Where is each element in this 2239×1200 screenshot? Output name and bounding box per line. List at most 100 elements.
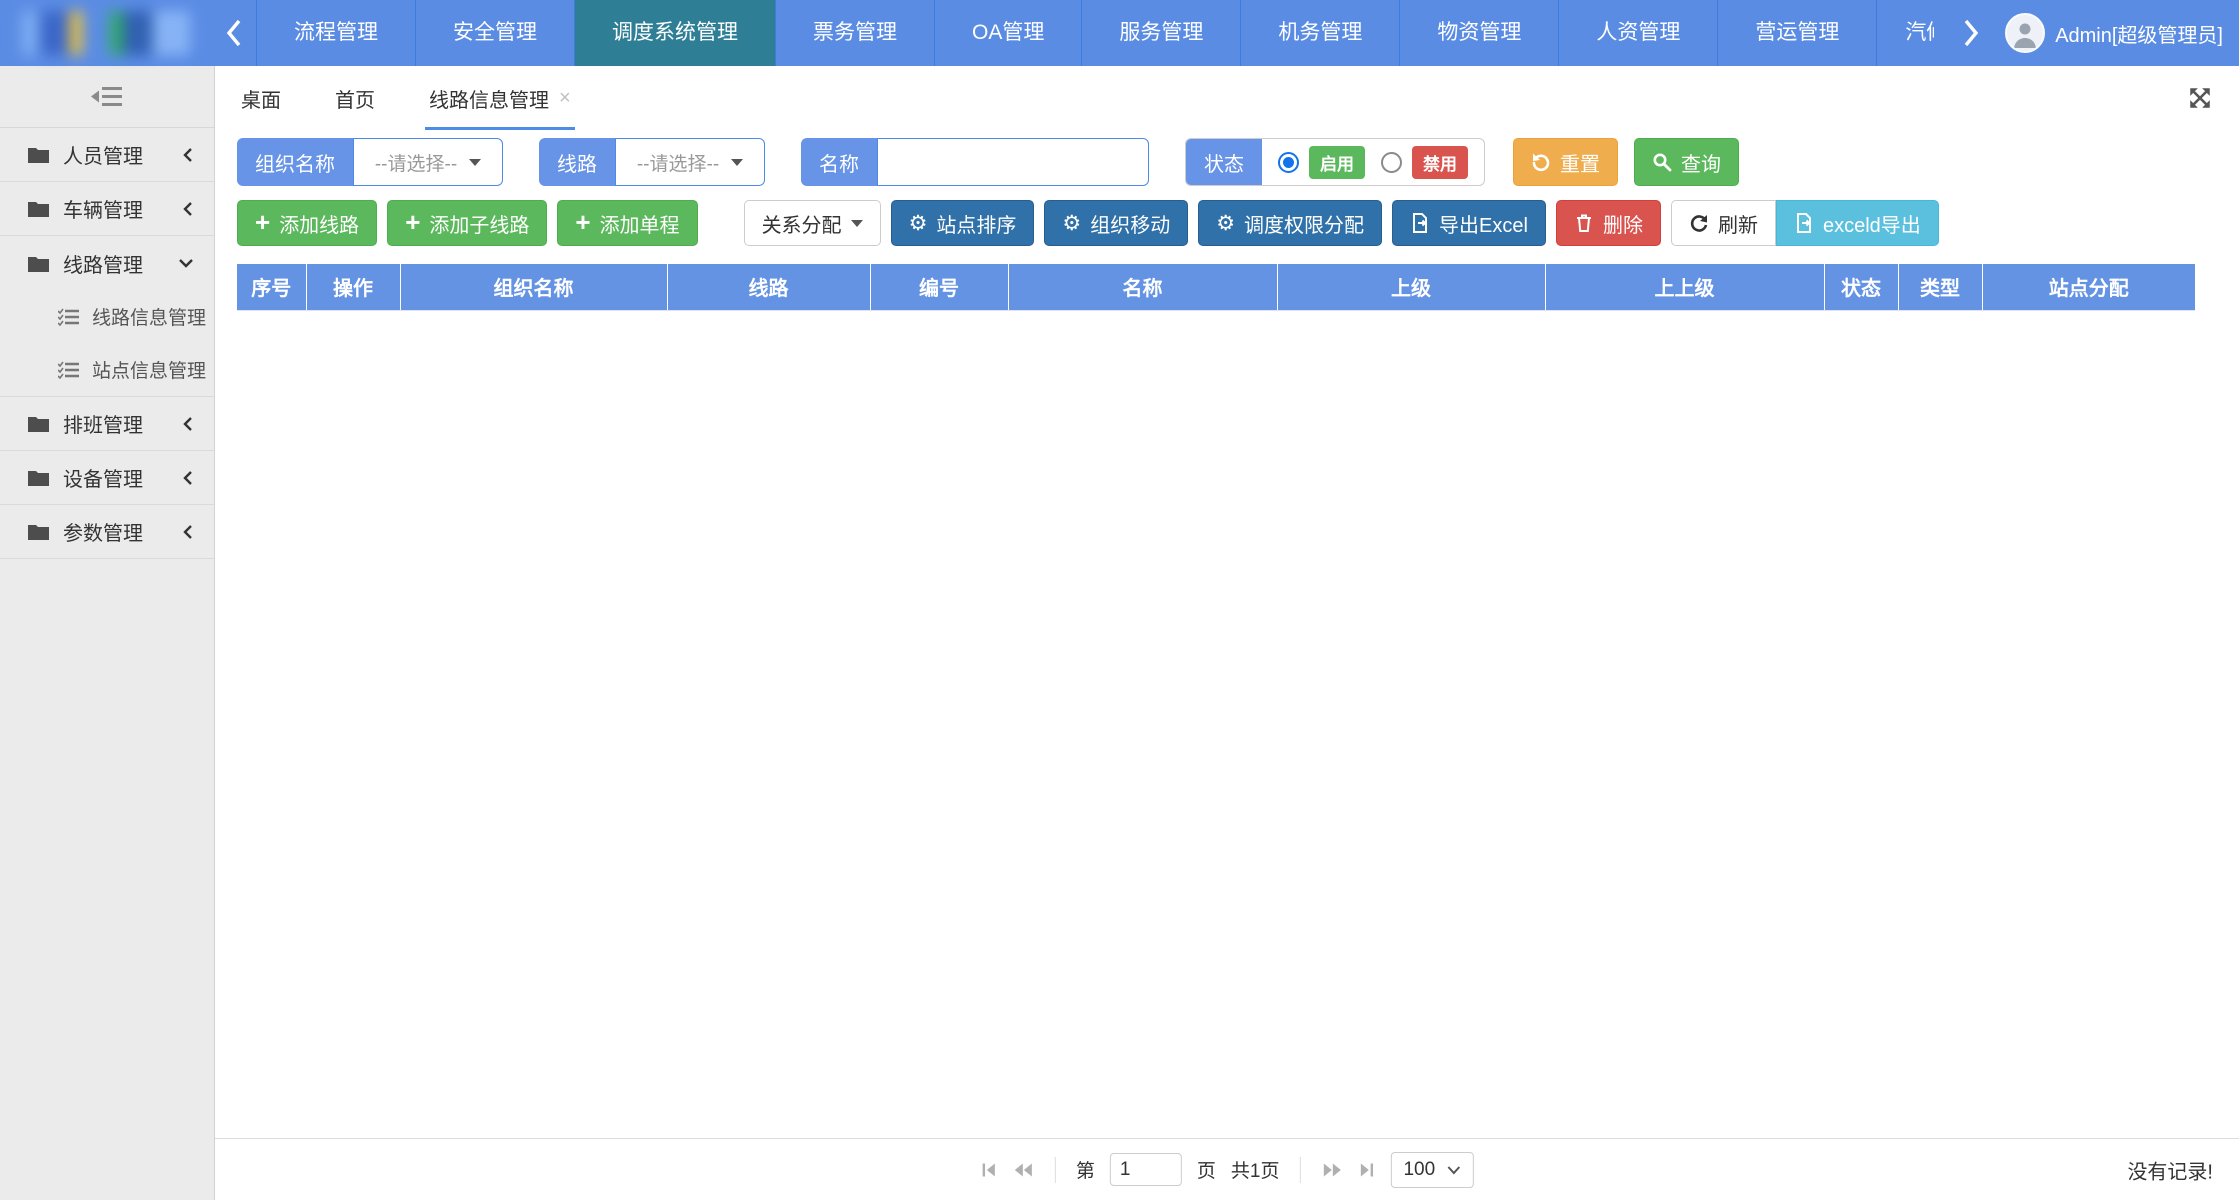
sidebar-item-line-info[interactable]: 线路信息管理 xyxy=(0,290,214,343)
pagination-bar: 第 页 共1页 100 没有记录! xyxy=(215,1138,2239,1200)
folder-icon xyxy=(28,146,49,163)
table-empty-body xyxy=(215,311,2239,1139)
page-prefix-label: 第 xyxy=(1076,1156,1095,1183)
reset-button[interactable]: 重置 xyxy=(1513,138,1618,186)
plus-icon: + xyxy=(405,209,420,235)
chevron-down-icon xyxy=(178,257,194,269)
button-label: 刷新 xyxy=(1718,209,1758,238)
nav-menu: 流程管理 安全管理 调度系统管理 票务管理 OA管理 服务管理 机务管理 物资管… xyxy=(256,0,1949,66)
sidebar-item-label: 参数管理 xyxy=(63,517,143,546)
sidebar-item-equipment[interactable]: 设备管理 xyxy=(0,451,214,505)
status-label: 状态 xyxy=(1186,139,1262,185)
dispatch-permission-button[interactable]: ⚙ 调度权限分配 xyxy=(1198,200,1382,246)
search-icon xyxy=(1652,152,1672,172)
column-header-actions: 操作 xyxy=(306,264,400,310)
sidebar-item-station-info[interactable]: 站点信息管理 xyxy=(0,343,214,396)
sidebar-submenu-lines: 线路信息管理 站点信息管理 xyxy=(0,290,214,397)
divider xyxy=(1299,1157,1300,1183)
status-disabled-badge[interactable]: 禁用 xyxy=(1412,146,1468,179)
status-enabled-radio[interactable] xyxy=(1278,152,1299,173)
refresh-button[interactable]: 刷新 xyxy=(1671,200,1776,246)
user-icon xyxy=(2010,18,2040,48)
name-input[interactable] xyxy=(877,138,1149,186)
chevron-left-icon xyxy=(182,147,194,163)
tab-line-info[interactable]: 线路信息管理 × xyxy=(425,66,575,130)
sidebar-item-personnel[interactable]: 人员管理 xyxy=(0,128,214,182)
nav-item-service[interactable]: 服务管理 xyxy=(1081,0,1240,66)
nav-scroll-right-button[interactable] xyxy=(1949,0,1993,66)
sidebar-collapse-button[interactable] xyxy=(0,66,214,128)
undo-icon xyxy=(1531,152,1551,172)
user-name: Admin[超级管理员] xyxy=(2055,19,2223,48)
search-button[interactable]: 查询 xyxy=(1634,138,1739,186)
add-sub-line-button[interactable]: + 添加子线路 xyxy=(387,200,547,246)
nav-item-process[interactable]: 流程管理 xyxy=(256,0,415,66)
sidebar-item-lines[interactable]: 线路管理 xyxy=(0,236,214,290)
sidebar-item-parameters[interactable]: 参数管理 xyxy=(0,505,214,559)
chevron-left-icon xyxy=(224,18,244,48)
column-header-index: 序号 xyxy=(237,264,306,310)
first-page-button[interactable] xyxy=(980,1161,998,1179)
add-single-trip-button[interactable]: + 添加单程 xyxy=(557,200,697,246)
nav-item-hr[interactable]: 人资管理 xyxy=(1558,0,1717,66)
nav-item-oa[interactable]: OA管理 xyxy=(934,0,1081,66)
nav-item-machinery[interactable]: 机务管理 xyxy=(1240,0,1399,66)
station-sort-button[interactable]: ⚙ 站点排序 xyxy=(891,200,1035,246)
org-name-select[interactable]: --请选择-- xyxy=(353,138,503,186)
empty-records-message: 没有记录! xyxy=(2127,1155,2213,1184)
org-name-filter: 组织名称 --请选择-- xyxy=(237,138,503,186)
content-area: 桌面 首页 线路信息管理 × xyxy=(215,66,2239,1200)
page-suffix-label: 页 xyxy=(1197,1156,1216,1183)
sidebar-item-label: 线路管理 xyxy=(63,249,143,278)
sidebar-item-label: 人员管理 xyxy=(63,140,143,169)
plus-icon: + xyxy=(255,209,270,235)
caret-down-icon xyxy=(851,220,863,227)
avatar xyxy=(2005,13,2045,53)
total-pages-label: 共1页 xyxy=(1231,1156,1280,1183)
page-number-input[interactable] xyxy=(1110,1153,1182,1186)
folder-icon xyxy=(28,415,49,432)
excel-export-button[interactable]: exceld导出 xyxy=(1776,200,1939,246)
refresh-export-group: 刷新 exceld导出 xyxy=(1671,200,1939,246)
name-label: 名称 xyxy=(801,138,877,186)
filter-bar: 组织名称 --请选择-- 线路 --请选择-- 名称 xyxy=(215,130,2239,186)
close-icon[interactable]: × xyxy=(559,88,571,108)
nav-item-ticketing[interactable]: 票务管理 xyxy=(775,0,934,66)
nav-item-safety[interactable]: 安全管理 xyxy=(415,0,574,66)
top-nav: 流程管理 安全管理 调度系统管理 票务管理 OA管理 服务管理 机务管理 物资管… xyxy=(0,0,2239,66)
status-disabled-radio[interactable] xyxy=(1381,152,1402,173)
line-select[interactable]: --请选择-- xyxy=(615,138,765,186)
tab-home[interactable]: 首页 xyxy=(331,66,379,130)
gear-icon: ⚙ xyxy=(909,213,928,234)
fullscreen-button[interactable] xyxy=(2187,85,2213,111)
chevron-right-icon xyxy=(1961,18,1981,48)
relation-assign-dropdown[interactable]: 关系分配 xyxy=(744,200,881,246)
app-window: 流程管理 安全管理 调度系统管理 票务管理 OA管理 服务管理 机务管理 物资管… xyxy=(0,0,2239,1200)
chevron-left-icon xyxy=(182,524,194,540)
plus-icon: + xyxy=(575,209,590,235)
button-label: exceld导出 xyxy=(1823,209,1921,238)
next-page-button[interactable] xyxy=(1320,1161,1342,1179)
tab-label: 线路信息管理 xyxy=(429,84,549,113)
button-label: 添加单程 xyxy=(600,209,680,238)
delete-button[interactable]: 删除 xyxy=(1556,200,1661,246)
nav-scroll-left-button[interactable] xyxy=(212,0,256,66)
tab-bar: 桌面 首页 线路信息管理 × xyxy=(215,66,2239,130)
last-page-button[interactable] xyxy=(1357,1161,1375,1179)
sidebar-item-scheduling[interactable]: 排班管理 xyxy=(0,397,214,451)
page-size-select[interactable]: 100 xyxy=(1390,1152,1474,1188)
export-excel-button[interactable]: 导出Excel xyxy=(1392,200,1546,246)
nav-item-materials[interactable]: 物资管理 xyxy=(1399,0,1558,66)
sidebar-item-vehicles[interactable]: 车辆管理 xyxy=(0,182,214,236)
tab-desktop[interactable]: 桌面 xyxy=(237,66,285,130)
add-line-button[interactable]: + 添加线路 xyxy=(237,200,377,246)
prev-page-button[interactable] xyxy=(1013,1161,1035,1179)
sidebar-item-label: 排班管理 xyxy=(63,409,143,438)
status-enabled-badge[interactable]: 启用 xyxy=(1309,146,1365,179)
org-move-button[interactable]: ⚙ 组织移动 xyxy=(1044,200,1188,246)
button-label: 导出Excel xyxy=(1439,209,1528,238)
nav-item-vehicle-repair-clipped[interactable]: 汽修 xyxy=(1876,0,1934,66)
nav-item-operations[interactable]: 营运管理 xyxy=(1717,0,1876,66)
nav-item-dispatch-system[interactable]: 调度系统管理 xyxy=(574,0,775,66)
user-menu[interactable]: Admin[超级管理员] xyxy=(1993,0,2239,66)
